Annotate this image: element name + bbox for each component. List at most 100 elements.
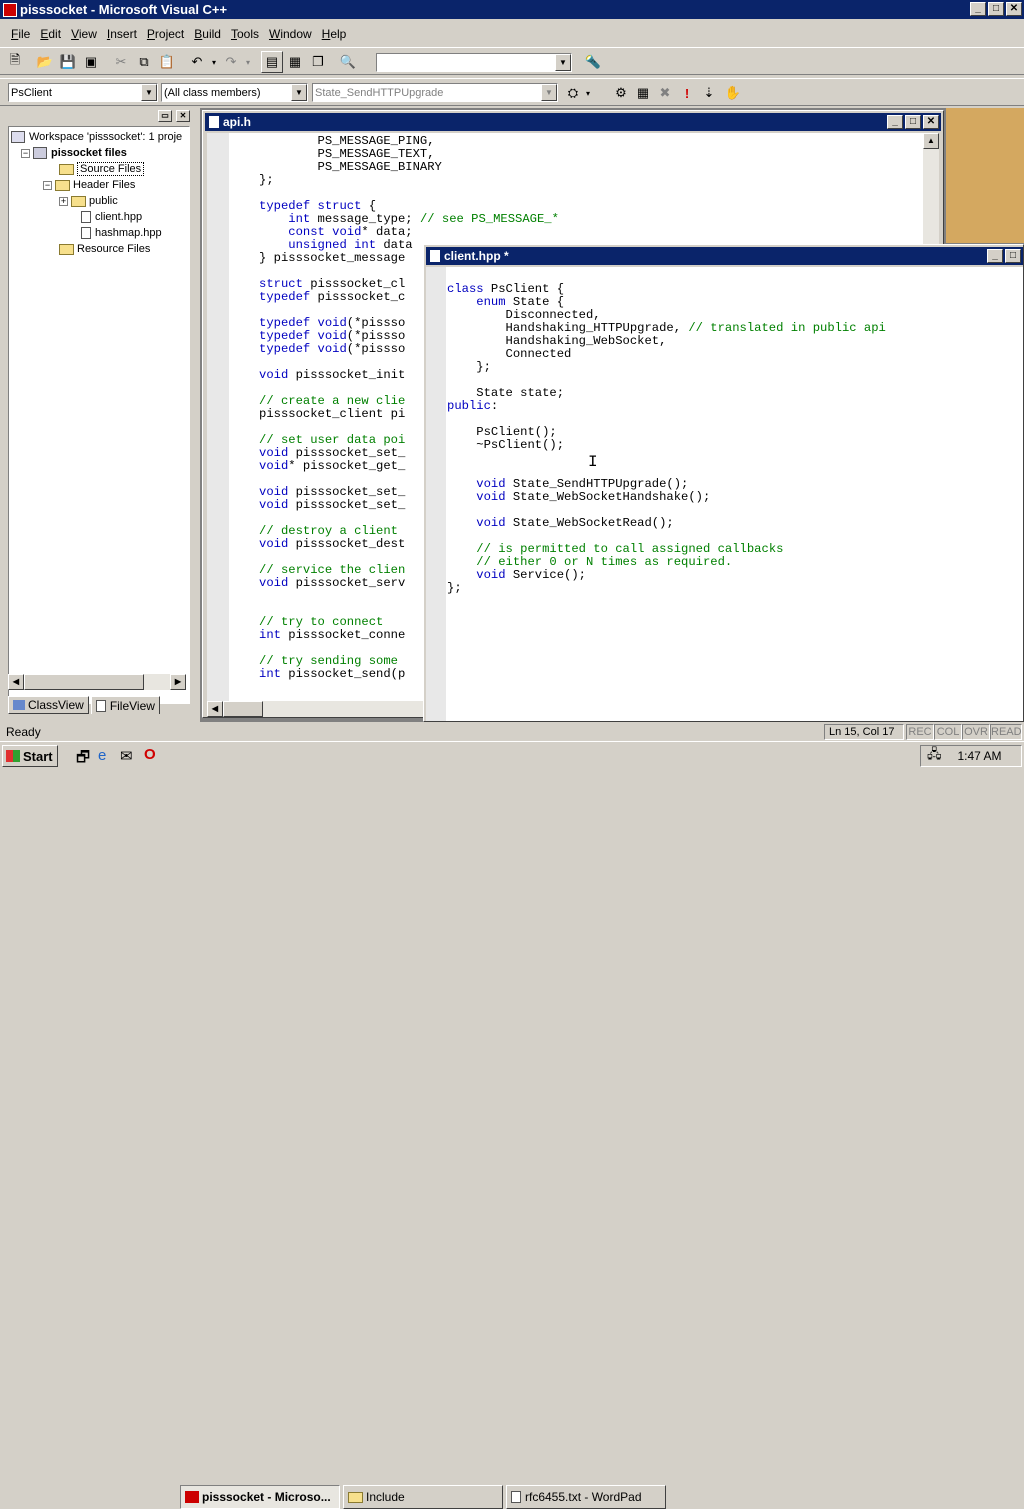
scroll-left-icon[interactable]: ◀ xyxy=(8,674,24,690)
taskbar: Start 🗗 e ✉ O pisssocket - Microso... In… xyxy=(0,741,1024,1509)
scroll-thumb[interactable] xyxy=(223,701,263,717)
tab-fileview[interactable]: FileView xyxy=(90,696,160,714)
undo-dropdown-icon[interactable]: ▾ xyxy=(209,51,219,73)
members-combo[interactable]: (All class members) ▼ xyxy=(161,83,308,102)
api-h-titlebar[interactable]: api.h _ □ ✕ xyxy=(205,113,941,131)
code-line: Connected xyxy=(447,347,572,361)
workspace-restore-icon[interactable]: ▭ xyxy=(158,110,172,122)
status-ready: Ready xyxy=(6,725,41,739)
breakpoint-hand-icon[interactable]: ✋ xyxy=(722,82,744,104)
code-line: void State_WebSocketRead(); xyxy=(476,516,674,530)
client-hpp-node[interactable]: client.hpp xyxy=(81,209,142,225)
workspace-toggle-icon[interactable]: ▤ xyxy=(261,51,283,73)
project-node[interactable]: − pissocket files xyxy=(21,145,127,161)
copy-icon[interactable]: ⧉ xyxy=(133,51,155,73)
find-in-files-icon[interactable]: 🔍 xyxy=(337,51,359,73)
save-icon[interactable]: 💾 xyxy=(57,51,79,73)
menu-help[interactable]: Help xyxy=(317,24,352,44)
find-icon[interactable]: 🔦 xyxy=(582,51,604,73)
public-node[interactable]: + public xyxy=(59,193,118,209)
workspace-hscrollbar[interactable]: ◀ ▶ xyxy=(8,674,186,690)
execute-icon[interactable]: ! xyxy=(676,82,698,104)
maximize-button[interactable]: □ xyxy=(988,2,1004,16)
close-button[interactable]: ✕ xyxy=(923,115,939,129)
function-combo[interactable]: State_SendHTTPUpgrade ▼ xyxy=(312,83,558,102)
menu-tools[interactable]: Tools xyxy=(226,24,264,44)
chevron-down-icon[interactable]: ▼ xyxy=(555,54,571,71)
go-icon[interactable]: ⇣ xyxy=(698,82,720,104)
start-button[interactable]: Start xyxy=(2,745,58,767)
collapse-icon[interactable]: − xyxy=(21,148,30,158)
window-list-icon[interactable]: ❐ xyxy=(307,51,329,73)
quicklaunch-outlook-icon[interactable]: ✉ xyxy=(120,747,133,765)
wizard-action-icon[interactable]: ⛭ xyxy=(562,82,584,104)
workspace-root[interactable]: Workspace 'pisssocket': 1 proje xyxy=(11,129,182,145)
new-text-file-icon[interactable]: 🗎 xyxy=(4,51,26,73)
menu-view[interactable]: View xyxy=(66,24,102,44)
menu-file[interactable]: File xyxy=(6,24,35,44)
quicklaunch-ie-icon[interactable]: e xyxy=(98,747,106,764)
minimize-button[interactable]: _ xyxy=(970,2,986,16)
resource-files-label: Resource Files xyxy=(77,243,151,255)
header-files-node[interactable]: − Header Files xyxy=(43,177,135,193)
task-wordpad[interactable]: rfc6455.txt - WordPad xyxy=(506,1485,666,1509)
scroll-left-icon[interactable]: ◀ xyxy=(207,701,223,717)
client-hpp-editor[interactable]: class PsClient { enum State { Disconnect… xyxy=(426,267,1023,721)
code-line: public: xyxy=(447,399,499,413)
scroll-right-icon[interactable]: ▶ xyxy=(170,674,186,690)
client-hpp-titlebar[interactable]: client.hpp * _ □ xyxy=(426,247,1023,265)
maximize-button[interactable]: □ xyxy=(1005,249,1021,263)
app-titlebar[interactable]: pisssocket - Microsoft Visual C++ _ □ ✕ xyxy=(0,0,1024,19)
client-hpp-code[interactable]: class PsClient { enum State { Disconnect… xyxy=(447,270,886,595)
redo-icon[interactable]: ↷ xyxy=(220,51,242,73)
classview-label: ClassView xyxy=(28,698,84,712)
hashmap-hpp-node[interactable]: hashmap.hpp xyxy=(81,225,162,241)
collapse-icon[interactable]: − xyxy=(43,180,52,190)
close-button[interactable]: ✕ xyxy=(1006,2,1022,16)
task-include[interactable]: Include xyxy=(343,1485,503,1509)
workspace-tree[interactable]: Workspace 'pisssocket': 1 proje − pissock… xyxy=(8,126,190,704)
menu-insert[interactable]: Insert xyxy=(102,24,142,44)
class-combo[interactable]: PsClient ▼ xyxy=(8,83,158,102)
cut-icon[interactable]: ✂ xyxy=(110,51,132,73)
menu-window[interactable]: Window xyxy=(264,24,317,44)
output-toggle-icon[interactable]: ▦ xyxy=(284,51,306,73)
open-icon[interactable]: 📂 xyxy=(34,51,56,73)
tab-classview[interactable]: ClassView xyxy=(8,696,89,714)
chevron-down-icon[interactable]: ▼ xyxy=(141,84,157,101)
task-visual-cpp[interactable]: pisssocket - Microso... xyxy=(180,1485,340,1509)
paste-icon[interactable]: 📋 xyxy=(156,51,178,73)
menu-project[interactable]: Project xyxy=(142,24,189,44)
expand-icon[interactable]: + xyxy=(59,196,68,206)
source-files-node[interactable]: Source Files xyxy=(59,161,145,177)
stop-build-icon[interactable]: ✖ xyxy=(654,82,676,104)
minimize-button[interactable]: _ xyxy=(887,115,903,129)
save-all-icon[interactable]: ▣ xyxy=(80,51,102,73)
scroll-up-icon[interactable]: ▲ xyxy=(923,133,939,149)
quicklaunch-opera-icon[interactable]: O xyxy=(144,746,156,763)
client-hpp-window[interactable]: client.hpp * _ □ class PsClient { enum S… xyxy=(423,244,1024,722)
workspace-close-icon[interactable]: ✕ xyxy=(176,110,190,122)
undo-icon[interactable]: ↶ xyxy=(186,51,208,73)
chevron-down-icon[interactable]: ▼ xyxy=(291,84,307,101)
menu-edit[interactable]: Edit xyxy=(35,24,66,44)
project-icon xyxy=(33,147,47,160)
redo-dropdown-icon[interactable]: ▾ xyxy=(243,51,253,73)
scroll-thumb[interactable] xyxy=(24,674,144,690)
compile-icon[interactable]: ⚙ xyxy=(610,82,632,104)
wizard-dropdown-icon[interactable]: ▾ xyxy=(582,82,594,104)
fileview-label: FileView xyxy=(109,698,155,713)
folder-icon xyxy=(59,243,74,255)
resource-files-node[interactable]: Resource Files xyxy=(59,241,150,257)
clock[interactable]: 1:47 AM xyxy=(958,749,1002,763)
maximize-button[interactable]: □ xyxy=(905,115,921,129)
status-ovr: OVR xyxy=(962,724,990,740)
find-combo[interactable]: ▼ xyxy=(376,53,572,72)
chevron-down-icon[interactable]: ▼ xyxy=(541,84,557,101)
build-icon[interactable]: ▦ xyxy=(632,82,654,104)
minimize-button[interactable]: _ xyxy=(987,249,1003,263)
menu-build[interactable]: Build xyxy=(189,24,226,44)
client-hpp-label: client.hpp xyxy=(95,211,143,223)
network-tray-icon[interactable]: 🖧 xyxy=(927,745,942,767)
quicklaunch-desktop-icon[interactable]: 🗗 xyxy=(76,747,90,772)
